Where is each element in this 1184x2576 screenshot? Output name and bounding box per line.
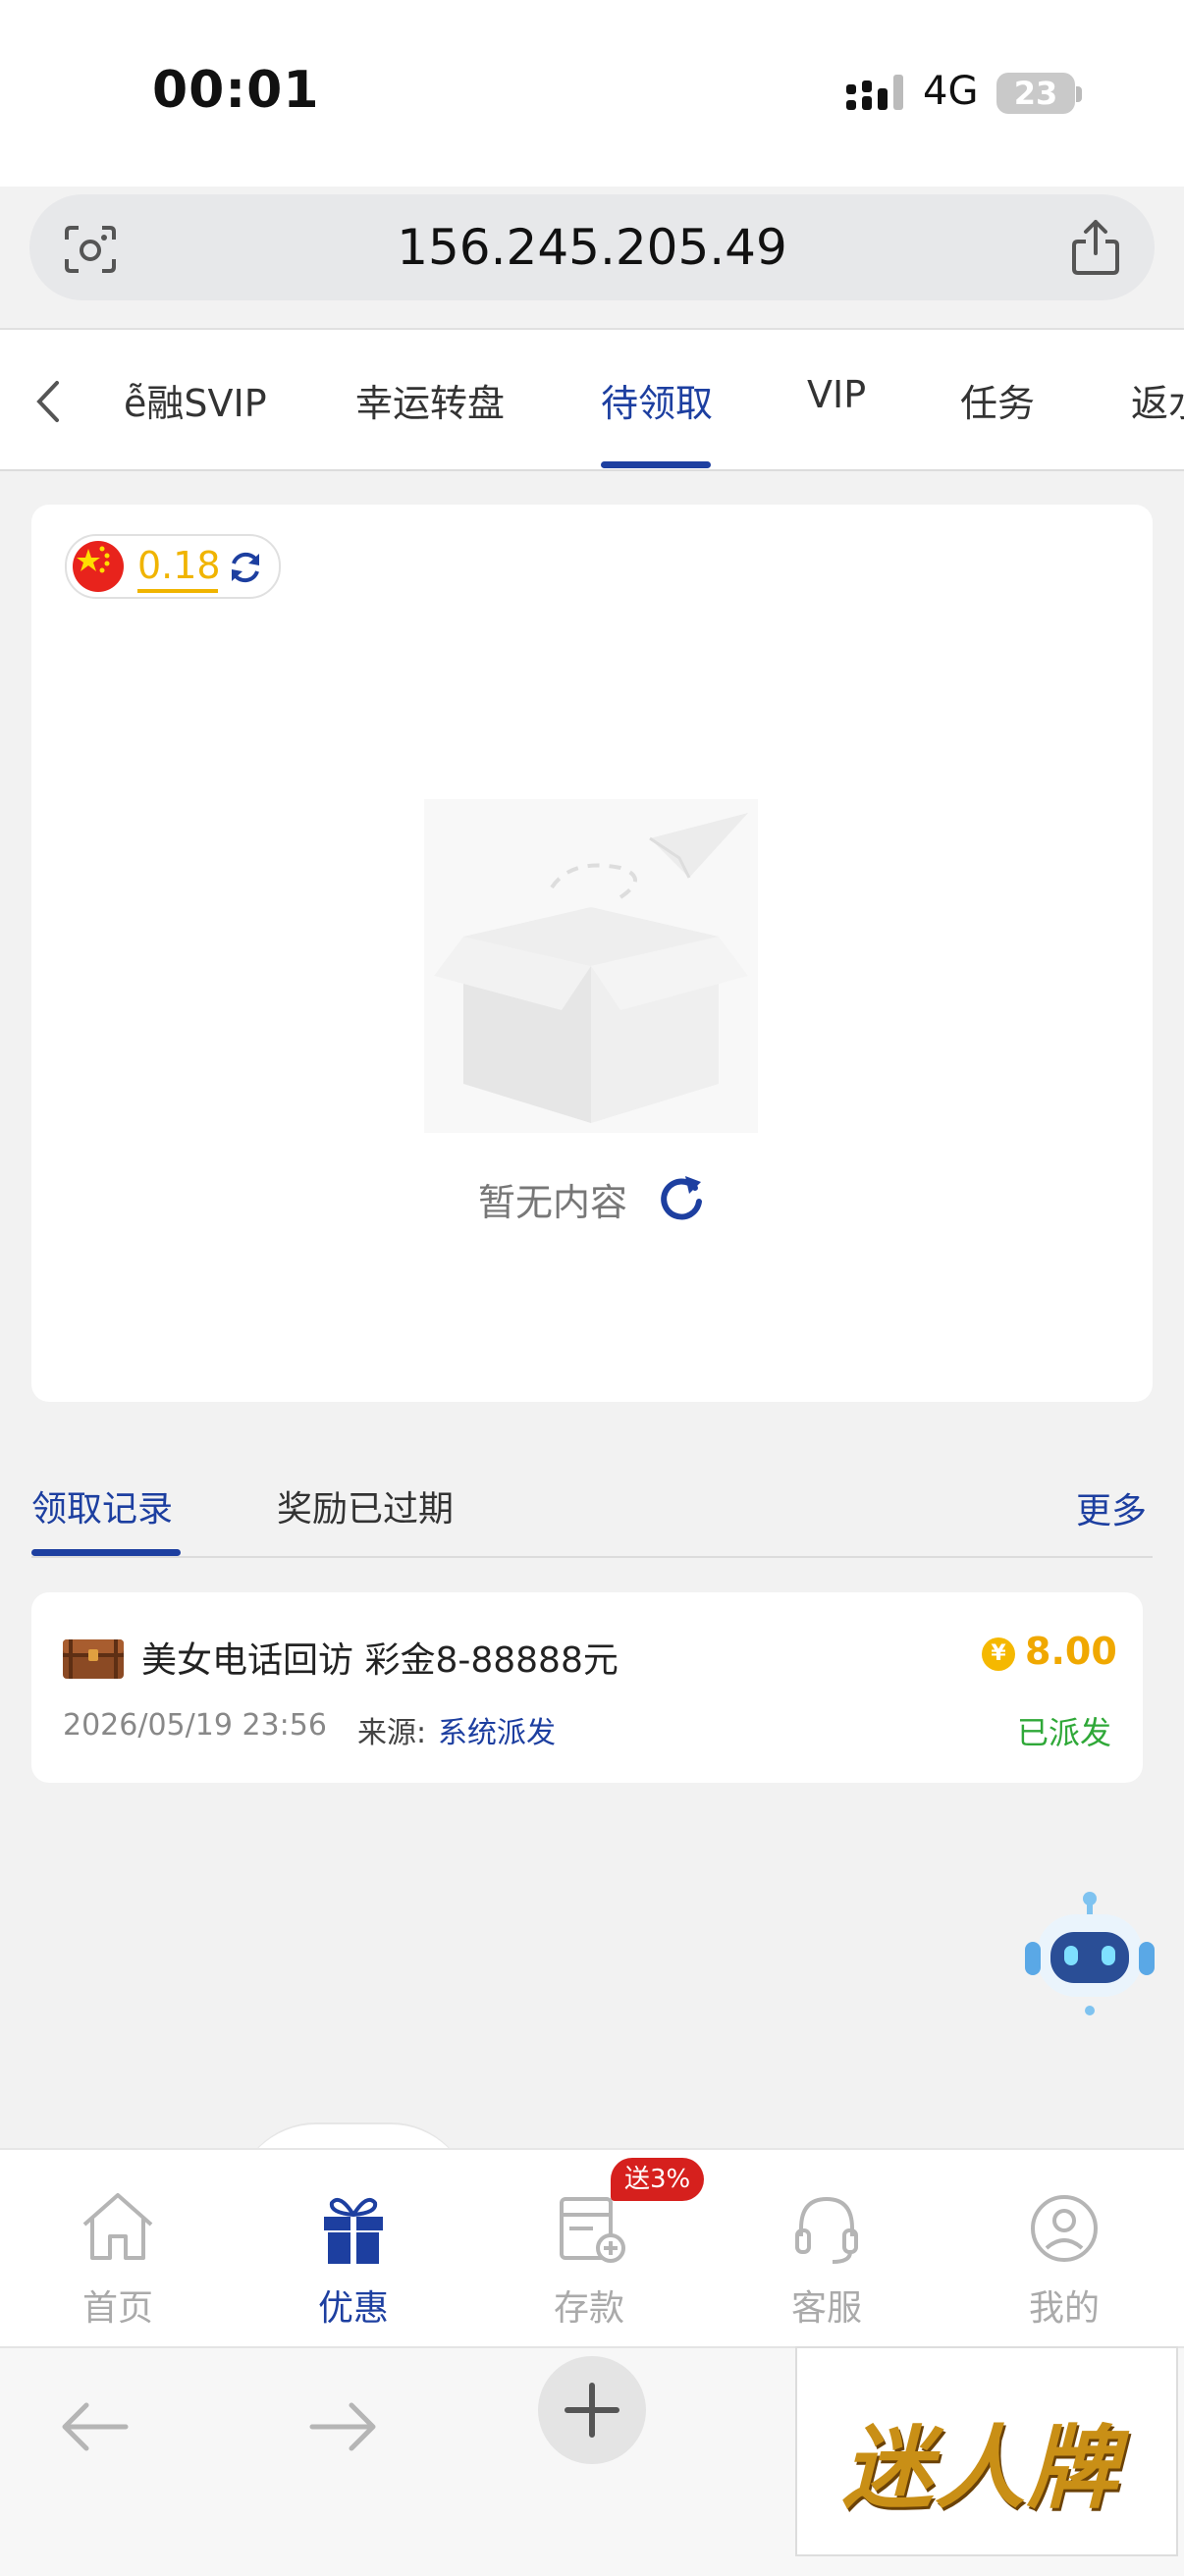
balance-pill[interactable]: 0.18 (65, 534, 281, 599)
record-title: 美女电话回访 彩金8-88888元 (141, 1640, 619, 1681)
url-text[interactable]: 156.245.205.49 (29, 194, 1155, 300)
signal-icon (846, 75, 903, 110)
nav-promotions[interactable]: 优惠 (285, 2189, 422, 2329)
tab-lucky-wheel[interactable]: 幸运转盘 (355, 373, 505, 427)
empty-box-illustration (424, 799, 758, 1133)
tab-rebate[interactable]: 返水 (1131, 373, 1184, 427)
balance-value: 0.18 (137, 544, 221, 587)
tab-vip[interactable]: VIP (807, 373, 866, 416)
user-icon (1031, 2195, 1098, 2262)
network-type: 4G (923, 69, 979, 114)
empty-state-text: 暂无内容 (478, 1181, 628, 1224)
records-tab-indicator (31, 1549, 181, 1556)
gift-icon (324, 2198, 383, 2264)
home-icon (82, 2193, 153, 2260)
coin-icon: ¥ (982, 1637, 1015, 1671)
nav-profile[interactable]: 我的 (996, 2189, 1133, 2329)
nav-promotions-label: 优惠 (317, 2288, 389, 2329)
tab-active-indicator (601, 461, 711, 468)
nav-support-label: 客服 (790, 2288, 862, 2329)
nav-support[interactable]: 客服 (758, 2189, 895, 2329)
address-bar[interactable]: 156.245.205.49 (29, 194, 1155, 300)
deposit-promo-badge: 送3% (611, 2158, 705, 2201)
record-source: 系统派发 (438, 1716, 556, 1750)
record-source-label: 来源: (357, 1716, 427, 1750)
tab-tasks[interactable]: 任务 (960, 373, 1035, 427)
promo-tabs: ễ融SVIP 幸运转盘 待领取 VIP 任务 返水 (0, 330, 1184, 469)
reload-icon[interactable] (656, 1172, 707, 1223)
back-arrow-icon[interactable] (57, 2397, 132, 2456)
nav-profile-label: 我的 (1028, 2288, 1100, 2329)
treasure-chest-icon (63, 1639, 124, 1679)
list-item[interactable]: 美女电话回访 彩金8-88888元 ¥ 8.00 2026/05/19 23:5… (31, 1592, 1143, 1783)
forward-arrow-icon[interactable] (306, 2397, 381, 2456)
ad-banner[interactable]: 迷人牌 (795, 2346, 1178, 2556)
china-flag-icon (73, 541, 124, 592)
headset-icon (795, 2196, 858, 2264)
pending-card: 0.18 暂无内容 (31, 505, 1153, 1402)
refresh-icon[interactable] (226, 548, 265, 587)
tab-expired-rewards[interactable]: 奖励已过期 (277, 1480, 454, 1531)
nav-home[interactable]: 首页 (49, 2189, 187, 2329)
divider (31, 1556, 1153, 1558)
record-date: 2026/05/19 23:56 (63, 1708, 327, 1743)
robot-assistant-icon[interactable] (1021, 1885, 1158, 2022)
nav-deposit[interactable]: 存款 (520, 2189, 658, 2329)
battery-tip (1076, 86, 1082, 102)
camera-scan-icon[interactable] (63, 224, 118, 275)
status-bar: 00:01 4G 23 (0, 0, 1184, 187)
balance-underline (137, 589, 218, 593)
record-amount: 8.00 (1025, 1630, 1117, 1673)
more-link[interactable]: 更多 (1076, 1482, 1147, 1533)
nav-home-label: 首页 (81, 2288, 153, 2329)
ad-logo-text: 迷人牌 (842, 2415, 1120, 2521)
tab-claim-records[interactable]: 领取记录 (31, 1480, 173, 1531)
record-status: 已派发 (1017, 1714, 1112, 1751)
divider (0, 469, 1184, 471)
chevron-left-icon[interactable] (33, 379, 63, 424)
bottom-nav: 首页 优惠 存款 客服 我的 (0, 2148, 1184, 2346)
battery-level: 23 (996, 73, 1075, 114)
new-tab-button[interactable] (538, 2356, 646, 2464)
tab-svip[interactable]: ễ融SVIP (124, 373, 267, 427)
clock: 00:01 (152, 61, 320, 120)
tab-pending[interactable]: 待领取 (601, 373, 713, 427)
deposit-icon (560, 2197, 625, 2263)
plus-icon (565, 2383, 619, 2438)
nav-deposit-label: 存款 (553, 2288, 624, 2329)
share-icon[interactable] (1068, 218, 1123, 277)
